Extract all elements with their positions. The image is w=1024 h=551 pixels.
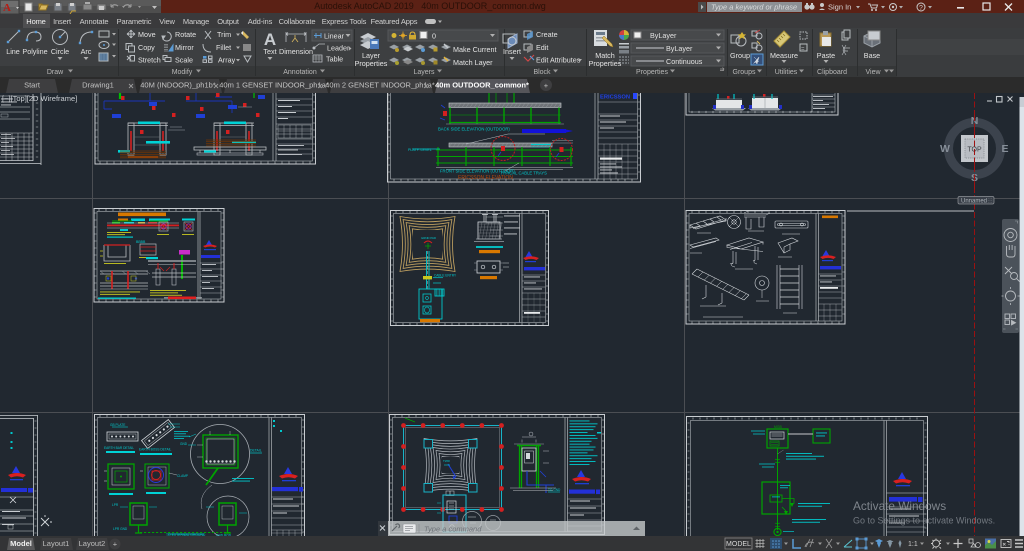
svg-text:Leader: Leader: [327, 44, 350, 53]
svg-text:A: A: [3, 2, 11, 14]
svg-text:Collaborate: Collaborate: [279, 17, 316, 26]
svg-text:MODEL: MODEL: [726, 541, 751, 548]
svg-text:Clipboard: Clipboard: [817, 69, 847, 76]
svg-text:Make Current: Make Current: [453, 45, 497, 54]
svg-text:Annotate: Annotate: [80, 17, 109, 26]
svg-text:Drawing1: Drawing1: [82, 81, 114, 90]
svg-text:DETAIL: DETAIL: [250, 449, 262, 453]
svg-text:Scale: Scale: [175, 56, 193, 65]
svg-text:ERICSSON: ERICSSON: [600, 95, 630, 101]
svg-text:=: =: [801, 47, 805, 53]
svg-text:Measure: Measure: [770, 51, 798, 60]
svg-text:[−][Top][2D Wireframe]: [−][Top][2D Wireframe]: [2, 94, 77, 103]
svg-text:Utilities: Utilities: [775, 69, 798, 76]
svg-text:Copy: Copy: [138, 43, 155, 52]
svg-text:Home: Home: [26, 17, 45, 26]
svg-text:+: +: [544, 81, 549, 90]
svg-text:Edit Attributes: Edit Attributes: [536, 56, 581, 65]
svg-text:Properties: Properties: [589, 59, 622, 68]
svg-text:+: +: [113, 540, 118, 549]
svg-text:Parametric: Parametric: [117, 17, 152, 26]
svg-text:Arc: Arc: [81, 47, 92, 56]
svg-text:40m 1 GENSET INDOOR_ph1a*: 40m 1 GENSET INDOOR_ph1a*: [219, 81, 329, 90]
svg-text:TWR: TWR: [443, 459, 451, 463]
svg-text:Properties: Properties: [636, 69, 668, 76]
svg-text:Paste: Paste: [817, 51, 835, 60]
svg-text:TO GND: TO GND: [548, 488, 561, 492]
svg-text:Draw: Draw: [47, 69, 64, 76]
svg-text:Type a command: Type a command: [424, 525, 482, 534]
svg-text:CLAMP: CLAMP: [177, 474, 188, 478]
svg-text:Express Tools: Express Tools: [322, 17, 367, 26]
svg-text:Rotate: Rotate: [175, 30, 196, 39]
svg-text:Mirror: Mirror: [175, 43, 194, 52]
svg-text:View: View: [159, 17, 175, 26]
svg-text:Dimension: Dimension: [279, 47, 313, 56]
svg-text:Block: Block: [533, 69, 551, 76]
svg-text:Array: Array: [218, 56, 236, 65]
svg-text:0: 0: [432, 32, 436, 41]
svg-text:GND: GND: [180, 442, 188, 446]
svg-text:Groups: Groups: [733, 69, 756, 76]
svg-text:ByLayer: ByLayer: [650, 31, 677, 40]
svg-text:Type a keyword or phrase: Type a keyword or phrase: [711, 3, 797, 12]
svg-text:Insert: Insert: [503, 47, 521, 56]
svg-text:Group: Group: [730, 51, 750, 60]
svg-text:LPR: LPR: [112, 503, 119, 507]
svg-text:Match Layer: Match Layer: [453, 58, 493, 67]
svg-text:PLATF. LEVEL: PLATF. LEVEL: [408, 148, 432, 152]
svg-text:BBBB: BBBB: [136, 240, 146, 244]
svg-text:40m 2 GENSET INDOOR_ph1a*: 40m 2 GENSET INDOOR_ph1a*: [325, 81, 435, 90]
svg-text:Model: Model: [10, 539, 32, 548]
svg-text:Linear: Linear: [324, 32, 345, 41]
svg-text:Output: Output: [217, 17, 240, 26]
svg-text:Stretch: Stretch: [138, 56, 161, 65]
svg-text:Text: Text: [263, 47, 276, 56]
svg-text:Layers: Layers: [413, 69, 435, 76]
svg-text:View: View: [865, 69, 881, 76]
svg-text:Featured Apps: Featured Apps: [371, 17, 418, 26]
svg-text:Polyline: Polyline: [22, 47, 47, 56]
svg-text:EARTH BAR DETAIL: EARTH BAR DETAIL: [104, 446, 134, 450]
svg-text:Activate Windows: Activate Windows: [853, 499, 946, 513]
svg-text:40m OUTDOOR_common*: 40m OUTDOOR_common*: [435, 81, 529, 90]
svg-text:Edit: Edit: [536, 43, 548, 52]
svg-text:Base: Base: [864, 51, 880, 60]
svg-text:Properties: Properties: [355, 59, 388, 68]
svg-text:Modify: Modify: [172, 69, 193, 76]
svg-text:Trim: Trim: [217, 30, 231, 39]
svg-text:1:1: 1:1: [908, 541, 918, 548]
svg-text:BACK SIDE ELEVATION (OUTDOOR): BACK SIDE ELEVATION (OUTDOOR): [438, 127, 510, 132]
svg-text:E: E: [1001, 143, 1008, 155]
svg-text:Continuous: Continuous: [666, 57, 703, 66]
svg-text:Fillet: Fillet: [216, 43, 231, 52]
svg-text:Create: Create: [536, 30, 558, 39]
svg-text:Insert: Insert: [53, 17, 72, 26]
svg-text:ERICSSON ELEVATION: ERICSSON ELEVATION: [458, 175, 513, 181]
svg-text:GRND PAD: GRND PAD: [421, 236, 436, 240]
svg-text:Start: Start: [24, 81, 41, 90]
svg-text:Go to Settings to activate Win: Go to Settings to activate Windows.: [853, 516, 995, 526]
svg-text:Line: Line: [6, 47, 20, 56]
svg-text:?: ?: [919, 5, 923, 12]
svg-text:Autodesk AutoCAD 2019 40m OU: Autodesk AutoCAD 2019 40m OUTDOOR_common…: [314, 1, 546, 11]
svg-text:CABLE ENTRY: CABLE ENTRY: [434, 274, 457, 278]
svg-text:Layout1: Layout1: [43, 539, 70, 548]
svg-text:Sign In: Sign In: [828, 3, 851, 12]
svg-text:Move: Move: [138, 30, 156, 39]
svg-text:MGB: MGB: [774, 425, 782, 429]
svg-text:Unnamed: Unnamed: [961, 199, 987, 205]
svg-text:Table: Table: [326, 55, 343, 64]
svg-text:Manage: Manage: [183, 17, 209, 26]
svg-text:40M (INDOOR)_ph1b*: 40M (INDOOR)_ph1b*: [140, 81, 216, 90]
svg-text:Circle: Circle: [51, 47, 69, 56]
svg-text:Annotation: Annotation: [283, 69, 317, 76]
svg-text:ByLayer: ByLayer: [666, 44, 693, 53]
svg-text:Layout2: Layout2: [79, 539, 106, 548]
svg-text:Add-ins: Add-ins: [248, 17, 273, 26]
svg-text:W: W: [940, 143, 950, 155]
svg-text:GB PLATE: GB PLATE: [110, 423, 125, 427]
svg-text:LPR GND: LPR GND: [113, 527, 128, 531]
svg-text:EARTH BOSS DETAIL: EARTH BOSS DETAIL: [139, 448, 172, 452]
